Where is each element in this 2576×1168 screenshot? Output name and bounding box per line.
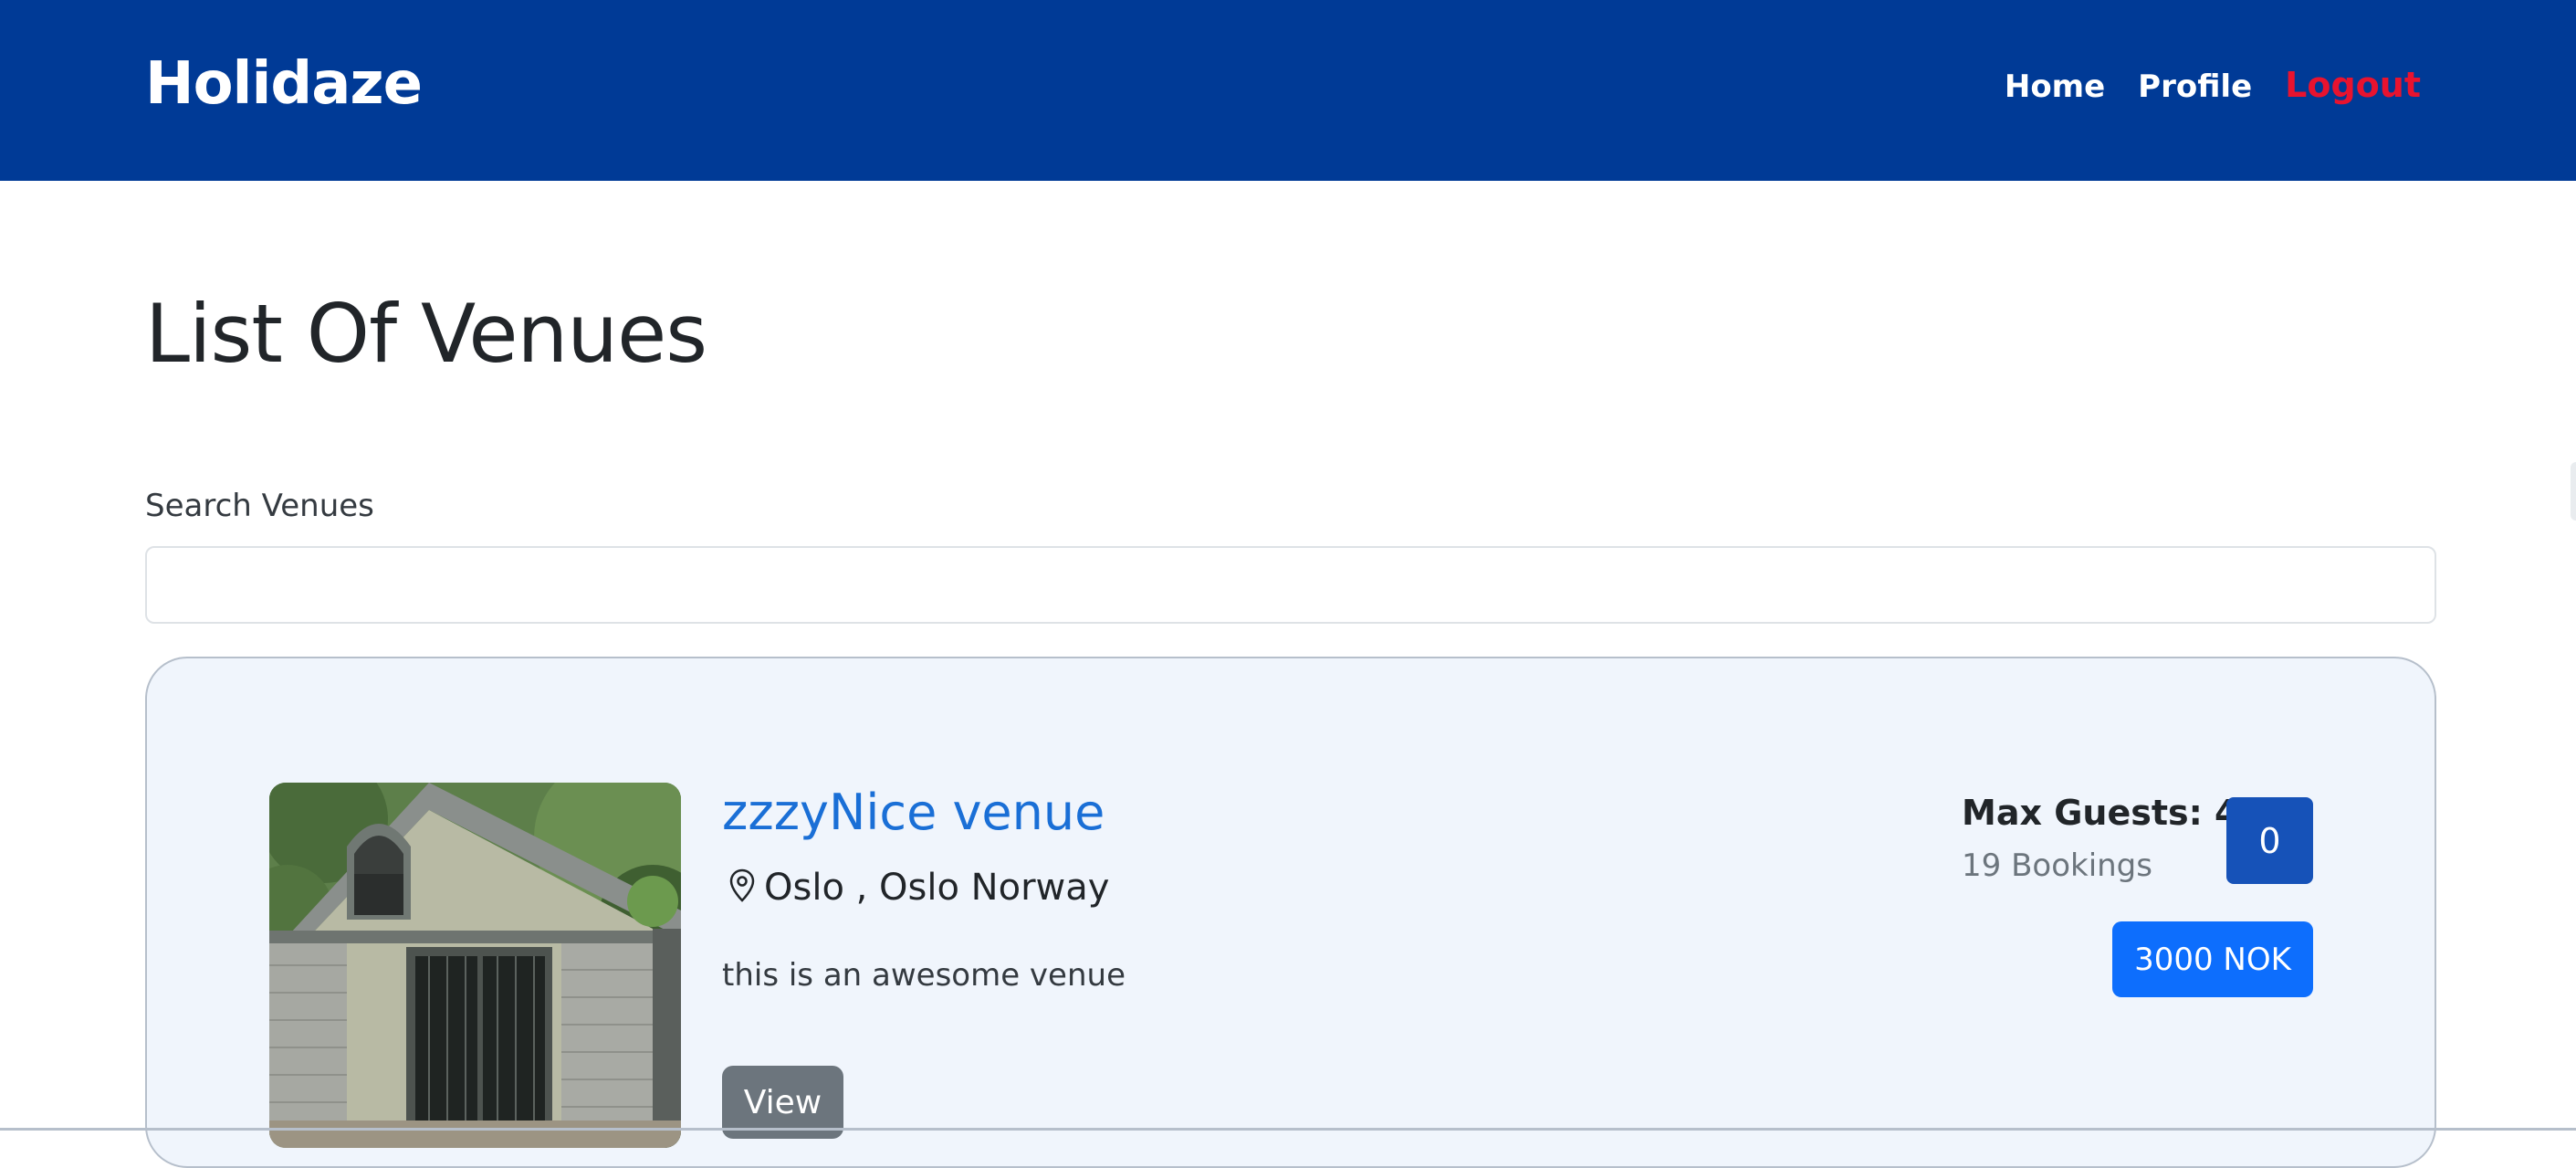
- navbar: Holidaze Home Profile Logout: [0, 0, 2576, 181]
- venue-card: zzzyNice venue Oslo , Oslo Norway this i…: [145, 657, 2436, 1168]
- venue-description: this is an awesome venue: [722, 957, 1126, 994]
- brand-logo[interactable]: Holidaze: [145, 55, 423, 113]
- bookings-count: 19 Bookings: [1962, 847, 2152, 884]
- nav-logout-link[interactable]: Logout: [2285, 68, 2421, 102]
- venue-house-photo: [269, 783, 681, 1148]
- geo-pin-icon: [729, 868, 755, 907]
- count-badge: 0: [2226, 797, 2313, 884]
- search-label: Search Venues: [145, 488, 374, 524]
- nav-links: Home Profile Logout: [2005, 68, 2421, 102]
- max-guests: Max Guests: 4: [1962, 793, 2239, 833]
- price-badge: 3000 NOK: [2112, 921, 2313, 997]
- nav-profile-link[interactable]: Profile: [2138, 71, 2252, 102]
- page-title: List Of Venues: [145, 287, 707, 381]
- search-input[interactable]: [145, 546, 2436, 624]
- nav-home-link[interactable]: Home: [2005, 71, 2105, 102]
- venue-image: [269, 783, 681, 1148]
- venue-location: Oslo , Oslo Norway: [729, 868, 1109, 907]
- venue-name-link[interactable]: zzzyNice venue: [722, 788, 1105, 837]
- venue-location-text: Oslo , Oslo Norway: [764, 867, 1110, 909]
- scroll-edge-handle: [2571, 462, 2576, 521]
